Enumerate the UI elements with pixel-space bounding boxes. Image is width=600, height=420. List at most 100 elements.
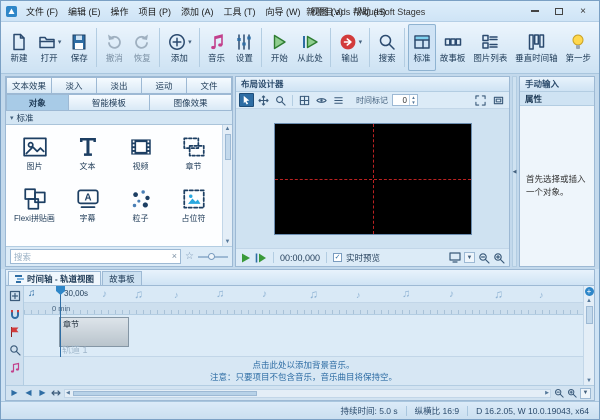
music-tool-icon[interactable] xyxy=(9,362,21,374)
gallery-item-particle[interactable]: 粒子 xyxy=(114,179,167,231)
gallery-item-placeholder[interactable]: 占位符 xyxy=(167,179,220,231)
search-input[interactable] xyxy=(14,252,170,262)
tab-text-effects[interactable]: 文本效果 xyxy=(6,77,52,94)
add-button[interactable]: ▾ 添加 xyxy=(163,24,195,71)
new-button[interactable]: 新建 xyxy=(5,24,33,71)
scrollbar-thumb[interactable] xyxy=(73,391,257,396)
storyboard-view-button[interactable]: 故事板 xyxy=(436,24,469,71)
scroll-down-icon[interactable]: ▼ xyxy=(225,239,231,245)
flag-marker-icon[interactable] xyxy=(9,326,21,338)
live-preview-checkbox[interactable]: ✓ xyxy=(333,253,342,262)
fit-view-button[interactable] xyxy=(473,93,488,107)
track-1[interactable]: 章节 轨道 1 xyxy=(24,315,583,357)
insert-tool-icon[interactable] xyxy=(9,290,21,302)
spinner-down-icon[interactable]: ▼ xyxy=(410,100,417,105)
open-button[interactable]: ▾ 打开 xyxy=(33,24,65,71)
redo-button[interactable]: 恢复 xyxy=(128,24,156,71)
select-tool-button[interactable] xyxy=(239,93,254,107)
undo-button[interactable]: 撤消 xyxy=(100,24,128,71)
preview-play-from-icon[interactable] xyxy=(255,252,267,264)
image-list-view-button[interactable]: 图片列表 xyxy=(469,24,511,71)
display-mode-icon[interactable] xyxy=(449,252,461,263)
object-list-button[interactable] xyxy=(331,93,346,107)
right-panel-splitter[interactable]: ◀ xyxy=(512,76,517,267)
start-button[interactable]: 开始 xyxy=(265,24,293,71)
maximize-button[interactable] xyxy=(547,3,571,20)
minimize-button[interactable] xyxy=(523,3,547,20)
zoom-region-icon[interactable] xyxy=(9,344,21,356)
zoom-out-icon[interactable] xyxy=(478,252,490,264)
from-here-button[interactable]: 从此处 xyxy=(293,24,326,71)
scroll-down-icon[interactable]: ▼ xyxy=(586,378,592,384)
scroll-left-icon[interactable]: ◀ xyxy=(66,390,70,396)
menu-wizards[interactable]: 向导 (W) xyxy=(261,3,306,20)
time-marker-spinner[interactable]: 0 ▲▼ xyxy=(392,94,418,106)
timeline-ruler[interactable]: 0 min xyxy=(24,303,583,315)
first-step-button[interactable]: 第一步 xyxy=(562,24,595,71)
previous-marker-icon[interactable]: ◀ xyxy=(23,389,34,397)
gallery-item-flexi-collage[interactable]: Flexi拼贴画 xyxy=(8,179,61,231)
menu-help[interactable]: 帮助 (H) xyxy=(348,3,391,20)
tab-fade-out[interactable]: 淡出 xyxy=(97,77,142,94)
gallery-item-chapter[interactable]: 章节 xyxy=(167,127,220,179)
slider-thumb[interactable] xyxy=(208,253,215,260)
timeline-play-icon[interactable]: ▶ xyxy=(9,389,20,397)
tab-image-effects[interactable]: 图像效果 xyxy=(150,94,232,111)
tab-objects[interactable]: 对象 xyxy=(6,94,69,111)
gallery-item-text[interactable]: 文本 xyxy=(61,127,114,179)
scroll-up-icon[interactable]: ▲ xyxy=(586,298,592,304)
menu-file[interactable]: 文件 (F) xyxy=(21,3,63,20)
tab-storyboard[interactable]: 故事板 xyxy=(102,271,142,285)
menu-add[interactable]: 添加 (A) xyxy=(176,3,219,20)
tab-fade-in[interactable]: 淡入 xyxy=(52,77,97,94)
music-button[interactable]: 音乐 xyxy=(203,24,231,71)
preview-play-icon[interactable] xyxy=(240,252,251,264)
output-button[interactable]: ▾ 输出 xyxy=(334,24,366,71)
scroll-right-icon[interactable]: ▶ xyxy=(545,390,549,396)
background-music-strip[interactable]: ♫ 30,00s ♪ ♫ ♪ ♫ ♪ ♫ ♪ ♫ ♪ ♫ ♪ xyxy=(24,286,583,303)
timeline-zoom-out-icon[interactable] xyxy=(554,388,564,398)
add-track-button[interactable]: + xyxy=(585,287,594,296)
designer-workspace[interactable] xyxy=(236,109,509,248)
grid-toggle-button[interactable] xyxy=(297,93,312,107)
tab-track-view[interactable]: 时间轴 - 轨道视图 xyxy=(8,271,101,285)
timeline-tracks-area[interactable]: ♫ 30,00s ♪ ♫ ♪ ♫ ♪ ♫ ♪ ♫ ♪ ♫ ♪ 0 min xyxy=(24,286,583,385)
gallery-item-picture[interactable]: 图片 xyxy=(8,127,61,179)
clear-search-icon[interactable]: × xyxy=(172,252,177,261)
thumbnail-size-slider[interactable] xyxy=(198,256,228,258)
tab-motion[interactable]: 运动 xyxy=(142,77,187,94)
gallery-item-subtitle[interactable]: A 字幕 xyxy=(61,179,114,231)
next-marker-icon[interactable]: ▶ xyxy=(37,389,48,397)
spinner-arrows[interactable]: ▲▼ xyxy=(409,95,417,105)
zoom-in-icon[interactable] xyxy=(493,252,505,264)
guides-toggle-button[interactable] xyxy=(314,93,329,107)
save-button[interactable]: 保存 xyxy=(65,24,93,71)
timeline-zoom-caret-icon[interactable]: ▼ xyxy=(580,388,591,399)
menu-edit[interactable]: 编辑 (E) xyxy=(63,3,106,20)
gallery-scrollbar[interactable]: ▲ ▼ xyxy=(222,125,232,246)
scroll-up-icon[interactable]: ▲ xyxy=(225,126,231,132)
timeline-horizontal-scrollbar[interactable]: ◀ ▶ xyxy=(64,389,551,398)
menu-project[interactable]: 项目 (P) xyxy=(134,3,177,20)
scrollbar-thumb[interactable] xyxy=(225,134,231,160)
tab-smart-templates[interactable]: 智能模板 xyxy=(69,94,151,111)
vertical-timeline-view-button[interactable]: 垂直时间轴 xyxy=(511,24,561,71)
timeline-zoom-in-icon[interactable] xyxy=(567,388,577,398)
safe-area-button[interactable] xyxy=(491,93,506,107)
background-music-area[interactable]: 点击此处以添加背景音乐。 注意：只要项目不包含音乐，音乐曲目将保持空。 xyxy=(24,357,583,385)
close-button[interactable]: × xyxy=(571,3,595,20)
category-header-standard[interactable]: ▾ 标准 xyxy=(6,111,232,125)
scrollbar-thumb[interactable] xyxy=(586,306,593,324)
playhead-line[interactable] xyxy=(60,286,61,357)
settings-button[interactable]: 设置 xyxy=(230,24,258,71)
menu-actions[interactable]: 操作 xyxy=(106,3,134,20)
magnet-tool-icon[interactable] xyxy=(9,308,21,320)
search-button[interactable]: 搜索 xyxy=(373,24,401,71)
favorites-star-icon[interactable]: ☆ xyxy=(185,252,194,262)
timeline-vertical-scrollbar[interactable]: + ▲ ▼ xyxy=(583,286,594,385)
standard-view-button[interactable]: 标准 xyxy=(408,24,436,71)
pan-tool-button[interactable] xyxy=(256,93,271,107)
display-mode-caret-icon[interactable]: ▼ xyxy=(464,252,475,263)
gallery-item-video[interactable]: 视频 xyxy=(114,127,167,179)
menu-tools[interactable]: 工具 (T) xyxy=(219,3,261,20)
